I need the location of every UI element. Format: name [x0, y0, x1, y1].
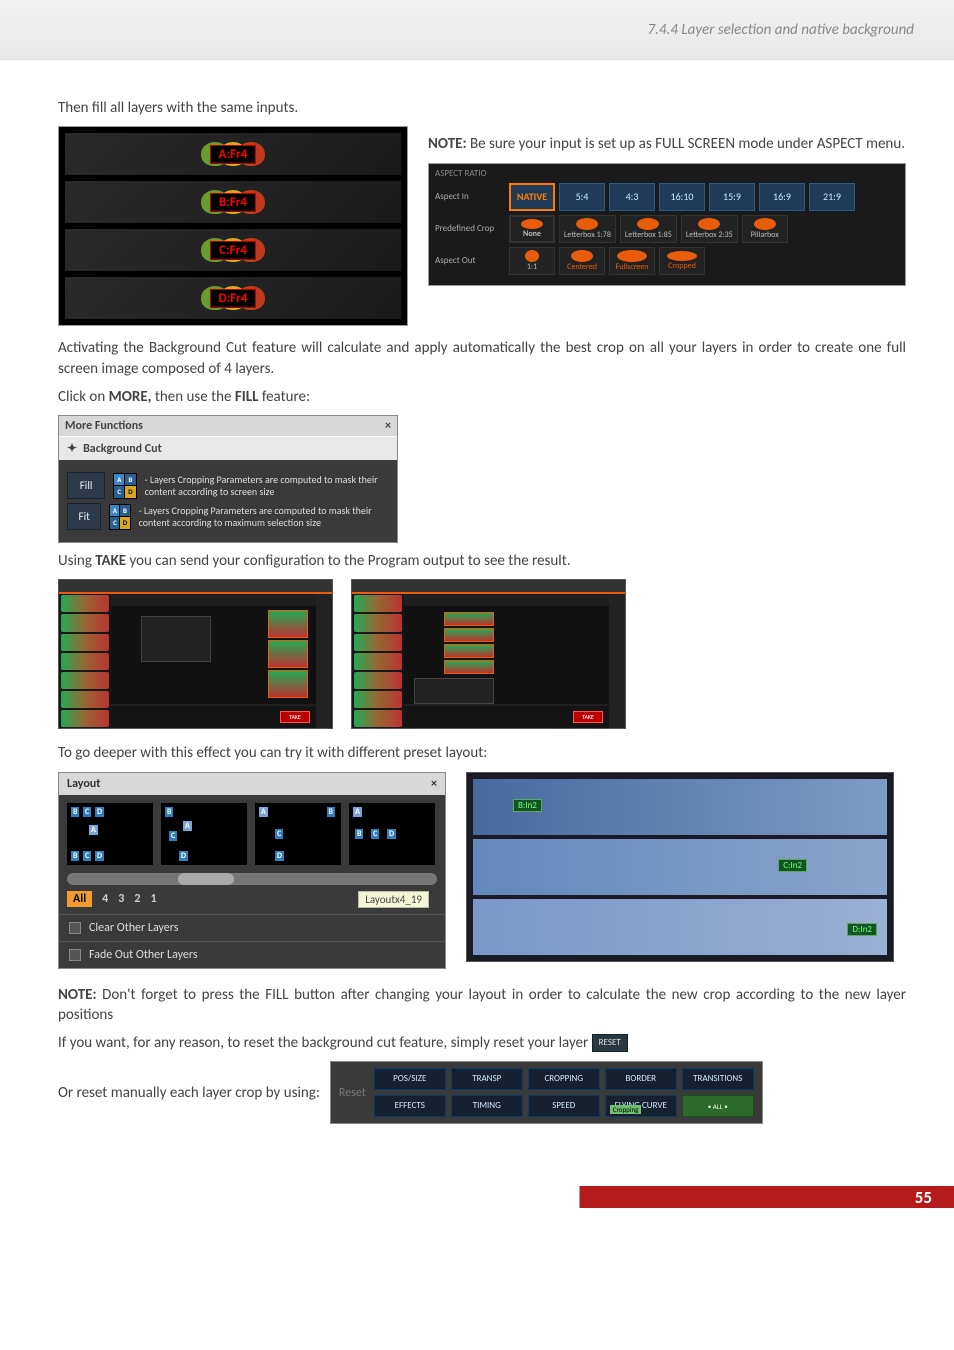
layout-title: Layout — [67, 777, 100, 791]
deeper-text: To go deeper with this effect you can tr… — [58, 743, 906, 763]
crop-185[interactable]: Letterbox 1:85 — [620, 215, 677, 243]
layout-presets: BCD A BCD B A C D AB C D A BCD — [59, 795, 445, 873]
page-header: 7.4.4 Layer selection and native backgro… — [0, 0, 954, 60]
crop-label: Predefined Crop — [435, 223, 505, 234]
layer-b: B:Fr4 — [65, 181, 401, 223]
crop-235[interactable]: Letterbox 2:35 — [681, 215, 738, 243]
aspect-in-row: Aspect In NATIVE 5:4 4:3 16:10 15:9 16:9… — [435, 183, 899, 211]
reset-speed[interactable]: SPEED — [528, 1095, 600, 1117]
aspect-out-row: Aspect Out 1:1 Centered Fullscreen Cropp… — [435, 247, 899, 275]
page-number: 55 — [915, 1187, 932, 1208]
layer-c-label: C:Fr4 — [210, 241, 256, 260]
preset-1[interactable]: BCD A BCD — [67, 803, 153, 865]
reset-timing[interactable]: TIMING — [451, 1095, 523, 1117]
tab-all[interactable]: All — [67, 891, 92, 907]
aspect-native[interactable]: NATIVE — [509, 183, 555, 211]
note-fullscreen: NOTE: Be sure your input is set up as FU… — [428, 134, 906, 154]
aspect-16-10[interactable]: 16:10 — [659, 183, 705, 211]
tab-1[interactable]: 1 — [150, 892, 156, 906]
note-label: NOTE: — [428, 135, 467, 153]
click-more: Click on MORE, then use the FILL feature… — [58, 387, 906, 407]
aspect-out-label: Aspect Out — [435, 255, 505, 266]
expand-icon: ✦ — [67, 441, 77, 456]
out-centered[interactable]: Centered — [559, 247, 605, 275]
close-icon[interactable]: × — [385, 419, 391, 433]
reset-possize[interactable]: POS/SIZE — [374, 1068, 446, 1090]
layer-d: D:Fr4 — [65, 277, 401, 319]
aspect-15-9[interactable]: 15:9 — [709, 183, 755, 211]
layer-b-label: B:Fr4 — [210, 193, 256, 212]
fill-button[interactable]: Fill — [67, 472, 105, 499]
page-footer: 55 — [0, 1186, 954, 1208]
aspect-4-3[interactable]: 4:3 — [609, 183, 655, 211]
aspect-5-4[interactable]: 5:4 — [559, 183, 605, 211]
opt-clear[interactable]: Clear Other Layers — [59, 914, 445, 941]
mf-title: More Functions — [65, 419, 143, 433]
fit-button[interactable]: Fit — [67, 503, 101, 530]
take-button-2[interactable]: TAKE — [573, 711, 603, 723]
close-icon[interactable]: × — [431, 777, 437, 791]
tab-3[interactable]: 3 — [118, 892, 124, 906]
software-after: TAKE — [351, 579, 626, 729]
preset-2[interactable]: B A C D — [161, 803, 247, 865]
layer-a-label: A:Fr4 — [210, 145, 257, 164]
tab-4[interactable]: 4 — [102, 892, 108, 906]
reset-panel-label: Reset — [339, 1085, 366, 1101]
reset-flying[interactable]: FLYING CURVECropping — [605, 1095, 677, 1117]
aspect-header: ASPECT RATIO — [435, 168, 899, 179]
reset-manual: Or reset manually each layer crop by usi… — [58, 1061, 906, 1124]
crop-pillar[interactable]: Pillarbox — [742, 215, 788, 243]
aspect-in-label: Aspect In — [435, 191, 505, 202]
crop-row: Predefined Crop None Letterbox 1:78 Lett… — [435, 215, 899, 243]
fit-thumb: ABCD — [109, 504, 130, 530]
layer-c: C:Fr4 — [65, 229, 401, 271]
reset-effects[interactable]: EFFECTS — [374, 1095, 446, 1117]
preview-cut-figure: B:In2 C:In2 D:In2 — [466, 772, 894, 962]
preset-4[interactable]: A BCD — [349, 803, 435, 865]
software-before: TAKE — [58, 579, 333, 729]
layer-a: A:Fr4 — [65, 133, 401, 175]
note-text: Be sure your input is set up as FULL SCR… — [470, 135, 905, 153]
preset-scrollbar[interactable] — [67, 873, 437, 885]
reset-line: If you want, for any reason, to reset th… — [58, 1033, 906, 1053]
fill-desc: - Layers Cropping Parameters are compute… — [145, 474, 389, 497]
layout-dialog: Layout × BCD A BCD B A C D AB C D — [58, 772, 446, 969]
take-button[interactable]: TAKE — [280, 711, 310, 723]
checkbox-icon[interactable] — [69, 949, 81, 961]
reset-transitions[interactable]: TRANSITIONS — [682, 1068, 754, 1090]
tag-d: D:In2 — [847, 923, 877, 936]
mf-tab-bgcut[interactable]: ✦ Background Cut — [59, 436, 397, 460]
crop-none[interactable]: None — [509, 215, 555, 243]
using-take: Using TAKE you can send your configurati… — [58, 551, 906, 571]
reset-mini-button[interactable]: RESET — [592, 1034, 628, 1052]
section-title: 7.4.4 Layer selection and native backgro… — [648, 21, 914, 39]
layer-d-label: D:Fr4 — [210, 289, 257, 308]
tab-2[interactable]: 2 — [134, 892, 140, 906]
out-cropped[interactable]: Cropped — [659, 247, 705, 275]
layout-tooltip: Layoutx4_19 — [358, 891, 429, 908]
reset-all[interactable]: • ALL • — [682, 1095, 754, 1117]
aspect-panel: ASPECT RATIO Aspect In NATIVE 5:4 4:3 16… — [428, 163, 906, 286]
reset-cropping[interactable]: CROPPING — [528, 1068, 600, 1090]
preset-3[interactable]: AB C D — [255, 803, 341, 865]
aspect-21-9[interactable]: 21:9 — [809, 183, 855, 211]
tag-b: B:In2 — [513, 799, 542, 812]
para-bgcut: Activating the Background Cut feature wi… — [58, 338, 906, 379]
fit-desc: - Layers Cropping Parameters are compute… — [139, 505, 389, 528]
out-fullscreen[interactable]: Fullscreen — [609, 247, 655, 275]
crop-178[interactable]: Letterbox 1:78 — [559, 215, 616, 243]
fill-thumb: ABCD — [113, 473, 136, 499]
intro-text: Then fill all layers with the same input… — [58, 98, 906, 118]
aspect-16-9[interactable]: 16:9 — [759, 183, 805, 211]
more-functions-dialog: More Functions × ✦ Background Cut Fill A… — [58, 415, 398, 543]
opt-fade[interactable]: Fade Out Other Layers — [59, 941, 445, 968]
reset-transp[interactable]: TRANSP — [451, 1068, 523, 1090]
out-1-1[interactable]: 1:1 — [509, 247, 555, 275]
note2: NOTE: Don't forget to press the FILL but… — [58, 985, 906, 1026]
reset-panel: Reset POS/SIZE TRANSP CROPPING BORDER TR… — [330, 1061, 763, 1124]
checkbox-icon[interactable] — [69, 922, 81, 934]
reset-border[interactable]: BORDER — [605, 1068, 677, 1090]
tag-c: C:In2 — [778, 859, 807, 872]
layers-figure: A:Fr4 B:Fr4 C:Fr4 D:Fr4 — [58, 126, 408, 326]
